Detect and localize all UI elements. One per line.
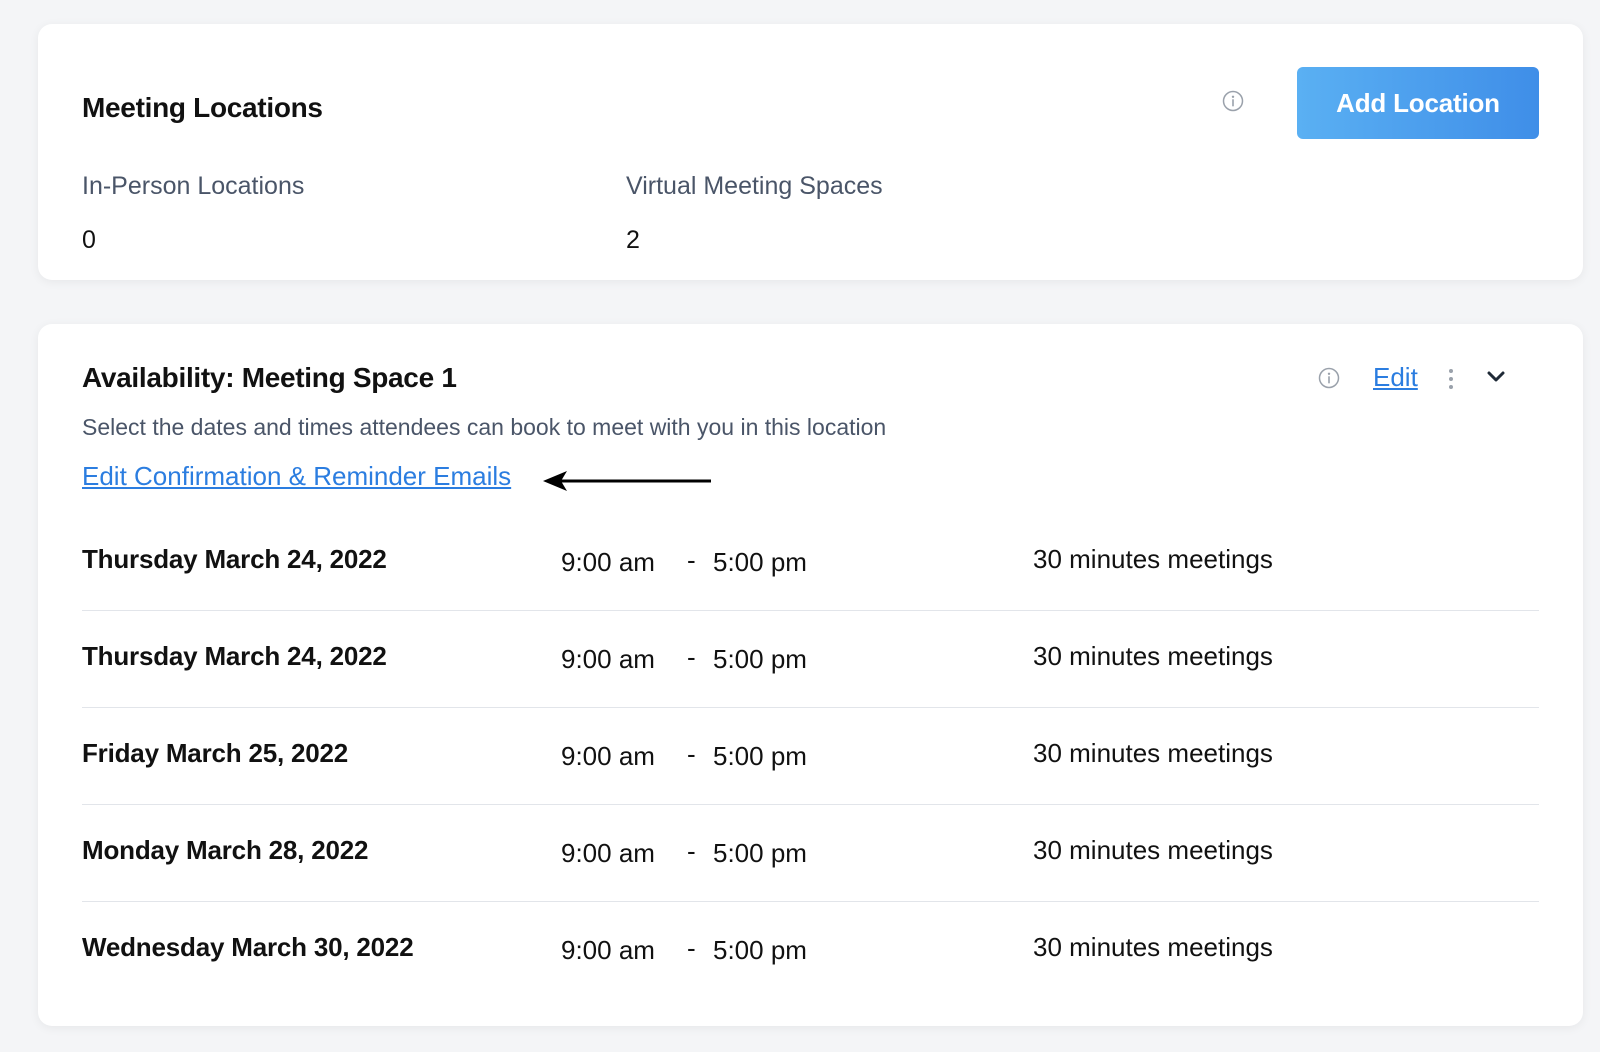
table-row: Monday March 28, 2022 9:00 am - 5:00 pm … bbox=[82, 805, 1539, 902]
row-end-time: 5:00 pm bbox=[713, 838, 807, 868]
row-time-separator: - bbox=[687, 933, 696, 963]
row-time-separator: - bbox=[687, 836, 696, 866]
virtual-meeting-spaces-label: Virtual Meeting Spaces bbox=[626, 172, 883, 200]
row-end-time: 5:00 pm bbox=[713, 644, 807, 674]
row-start-time: 9:00 am bbox=[561, 547, 655, 577]
row-start-time: 9:00 am bbox=[561, 741, 655, 771]
table-row: Thursday March 24, 2022 9:00 am - 5:00 p… bbox=[82, 611, 1539, 708]
edit-availability-link[interactable]: Edit bbox=[1373, 362, 1418, 393]
row-time-separator: - bbox=[687, 545, 696, 575]
in-person-locations-count: 0 bbox=[82, 226, 96, 254]
table-row: Friday March 25, 2022 9:00 am - 5:00 pm … bbox=[82, 708, 1539, 805]
row-date: Friday March 25, 2022 bbox=[82, 738, 349, 768]
more-vertical-icon[interactable] bbox=[1448, 368, 1454, 390]
row-date: Wednesday March 30, 2022 bbox=[82, 932, 414, 962]
row-time-separator: - bbox=[687, 739, 696, 769]
row-duration: 30 minutes meetings bbox=[1033, 932, 1273, 962]
table-row: Thursday March 24, 2022 9:00 am - 5:00 p… bbox=[82, 514, 1539, 611]
row-duration: 30 minutes meetings bbox=[1033, 835, 1273, 865]
table-row: Wednesday March 30, 2022 9:00 am - 5:00 … bbox=[82, 902, 1539, 998]
row-start-time: 9:00 am bbox=[561, 838, 655, 868]
edit-emails-link[interactable]: Edit Confirmation & Reminder Emails bbox=[82, 461, 511, 492]
row-date: Monday March 28, 2022 bbox=[82, 835, 369, 865]
row-end-time: 5:00 pm bbox=[713, 935, 807, 965]
row-date: Thursday March 24, 2022 bbox=[82, 544, 387, 574]
in-person-locations-label: In-Person Locations bbox=[82, 172, 305, 200]
add-location-button[interactable]: Add Location bbox=[1297, 67, 1539, 139]
row-end-time: 5:00 pm bbox=[713, 741, 807, 771]
row-end-time: 5:00 pm bbox=[713, 547, 807, 577]
availability-table: Thursday March 24, 2022 9:00 am - 5:00 p… bbox=[82, 514, 1539, 998]
availability-title: Availability: Meeting Space 1 bbox=[82, 362, 457, 393]
chevron-down-icon[interactable] bbox=[1486, 370, 1506, 384]
row-start-time: 9:00 am bbox=[561, 644, 655, 674]
row-duration: 30 minutes meetings bbox=[1033, 544, 1273, 574]
row-date: Thursday March 24, 2022 bbox=[82, 641, 387, 671]
meeting-locations-title: Meeting Locations bbox=[82, 92, 323, 123]
availability-subtitle: Select the dates and times attendees can… bbox=[82, 414, 887, 440]
virtual-meeting-spaces-count: 2 bbox=[626, 226, 640, 254]
row-start-time: 9:00 am bbox=[561, 935, 655, 965]
meeting-locations-card: Meeting Locations In-Person Locations 0 … bbox=[38, 24, 1583, 280]
row-time-separator: - bbox=[687, 642, 696, 672]
info-icon[interactable] bbox=[1318, 367, 1340, 389]
info-icon[interactable] bbox=[1222, 90, 1244, 112]
row-duration: 30 minutes meetings bbox=[1033, 641, 1273, 671]
availability-card: Availability: Meeting Space 1 Select the… bbox=[38, 324, 1583, 1026]
row-duration: 30 minutes meetings bbox=[1033, 738, 1273, 768]
arrow-left-icon bbox=[543, 471, 711, 491]
